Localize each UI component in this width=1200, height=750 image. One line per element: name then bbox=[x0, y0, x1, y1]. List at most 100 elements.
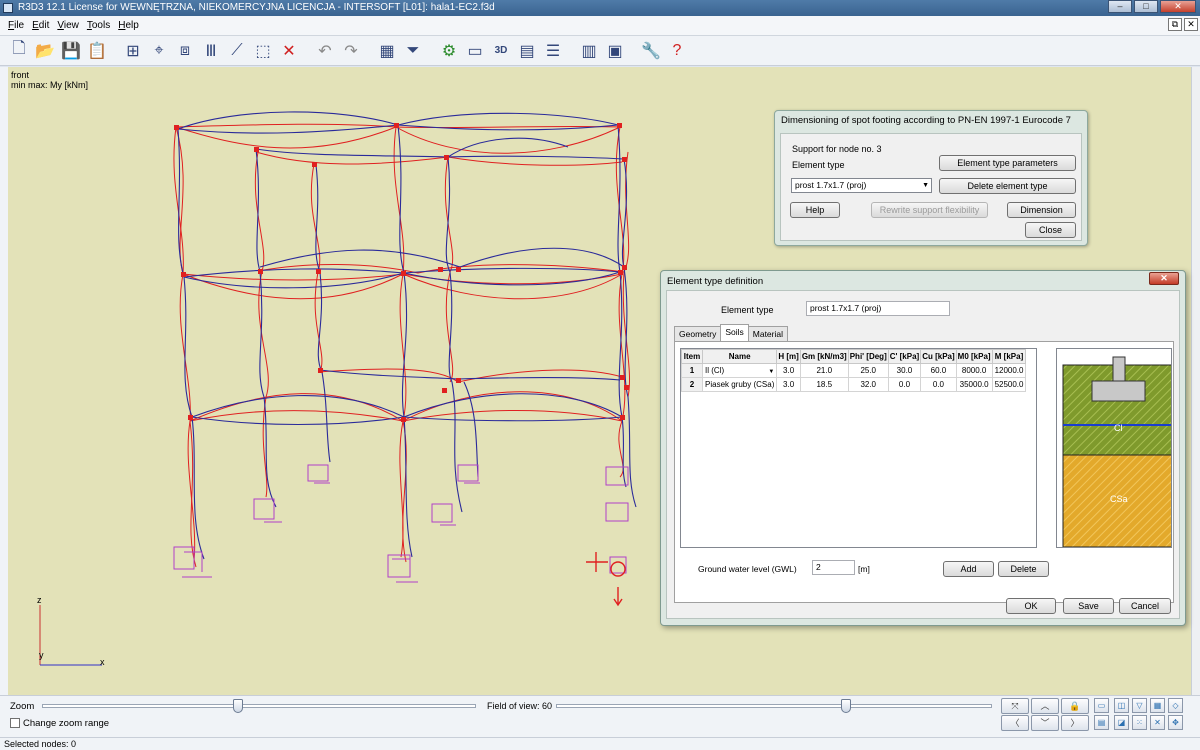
select-icon[interactable]: ⬚ bbox=[250, 38, 276, 64]
filter-icon[interactable]: ⏷ bbox=[400, 38, 426, 64]
table-cell[interactable]: 21.0 bbox=[799, 363, 849, 378]
report-icon[interactable]: ▣ bbox=[602, 38, 628, 64]
col-item[interactable]: Item bbox=[681, 349, 703, 364]
layers-icon[interactable]: ☰ bbox=[540, 38, 566, 64]
tab-geometry[interactable]: Geometry bbox=[674, 326, 722, 341]
pan-down-button[interactable]: ﹀ bbox=[1031, 715, 1059, 731]
grid-icon[interactable]: ▤ bbox=[514, 38, 540, 64]
pan-left-button[interactable]: 〈 bbox=[1001, 715, 1029, 731]
table-cell[interactable]: 8000.0 bbox=[955, 363, 993, 378]
open-folder-icon[interactable]: 📂 bbox=[32, 38, 58, 64]
properties-icon[interactable]: 📋 bbox=[84, 38, 110, 64]
table-cell[interactable]: 25.0 bbox=[847, 363, 889, 378]
view-icon[interactable]: ▭ bbox=[462, 38, 488, 64]
pan-up-button[interactable]: ︿ bbox=[1031, 698, 1059, 714]
fov-slider-thumb[interactable] bbox=[841, 699, 851, 713]
save-button[interactable]: Save bbox=[1063, 598, 1114, 614]
table-cell[interactable]: 3.0 bbox=[776, 363, 801, 378]
calculate-icon[interactable]: ⚙ bbox=[436, 38, 462, 64]
table-cell[interactable]: 60.0 bbox=[920, 363, 957, 378]
maximize-button[interactable]: □ bbox=[1134, 0, 1158, 13]
ok-button[interactable]: OK bbox=[1006, 598, 1056, 614]
menu-edit[interactable]: Edit bbox=[28, 20, 53, 31]
view-iso-icon[interactable]: ◇ bbox=[1168, 698, 1183, 713]
support-icon[interactable]: ⟋ bbox=[224, 38, 250, 64]
soils-grid[interactable]: Item Name H [m] Gm [kN/m3] Phi' [Deg] C'… bbox=[680, 348, 1037, 548]
delete-soil-button[interactable]: Delete bbox=[998, 561, 1049, 577]
view-persp-icon[interactable]: ◪ bbox=[1114, 715, 1129, 730]
view-nodes-icon[interactable]: ⁙ bbox=[1132, 715, 1147, 730]
view-front-icon[interactable]: ▭ bbox=[1094, 698, 1109, 713]
redo-icon[interactable]: ↷ bbox=[338, 38, 364, 64]
rotate-button[interactable]: ⤧ bbox=[1001, 698, 1029, 714]
delete-element-type-button[interactable]: Delete element type bbox=[939, 178, 1076, 194]
menu-view[interactable]: View bbox=[53, 20, 83, 31]
help-button[interactable]: Help bbox=[790, 202, 840, 218]
menu-file[interactable]: File bbox=[4, 20, 28, 31]
save-icon[interactable]: 💾 bbox=[58, 38, 84, 64]
element-type-select[interactable]: prost 1.7x1.7 (proj) ▼ bbox=[791, 178, 932, 193]
col-c[interactable]: C' [kPa] bbox=[887, 349, 922, 364]
view-filter-icon[interactable]: ▽ bbox=[1132, 698, 1147, 713]
3d-icon[interactable]: 3D bbox=[488, 38, 514, 64]
col-name[interactable]: Name bbox=[701, 349, 778, 364]
table-cell[interactable]: 18.5 bbox=[799, 377, 849, 392]
change-zoom-checkbox[interactable] bbox=[10, 718, 20, 728]
view-side-icon[interactable]: ▤ bbox=[1094, 715, 1109, 730]
zoom-slider-thumb[interactable] bbox=[233, 699, 243, 713]
delete-icon[interactable]: ✕ bbox=[276, 38, 302, 64]
col-m[interactable]: M [kPa] bbox=[991, 349, 1027, 364]
element-type-name-input[interactable]: prost 1.7x1.7 (proj) bbox=[806, 301, 950, 316]
elements-icon[interactable]: ⧈ bbox=[172, 38, 198, 64]
element-type-params-button[interactable]: Element type parameters bbox=[939, 155, 1076, 171]
close-dialog-button[interactable]: Close bbox=[1025, 222, 1076, 238]
menu-tools[interactable]: Tools bbox=[83, 20, 114, 31]
zoom-slider-track[interactable] bbox=[42, 704, 476, 708]
view-move-icon[interactable]: ✥ bbox=[1168, 715, 1183, 730]
soil-name-cell[interactable]: Il (Cl) ▼ bbox=[701, 363, 778, 378]
cancel-button[interactable]: Cancel bbox=[1119, 598, 1171, 614]
tab-material[interactable]: Material bbox=[747, 326, 788, 341]
pan-right-button[interactable]: 〉 bbox=[1061, 715, 1089, 731]
mdi-restore-button[interactable]: ⧉ bbox=[1168, 18, 1182, 31]
table-icon[interactable]: ▦ bbox=[374, 38, 400, 64]
view-axes-icon[interactable]: ✕ bbox=[1150, 715, 1165, 730]
fov-slider-track[interactable] bbox=[556, 704, 992, 708]
table-row[interactable]: 2 Piasek gruby (CSa) 3.0 18.5 32.0 0.0 0… bbox=[681, 377, 1027, 392]
undo-icon[interactable]: ↶ bbox=[312, 38, 338, 64]
help-icon[interactable]: ? bbox=[664, 38, 690, 64]
gwl-input[interactable]: 2 bbox=[812, 560, 855, 575]
results-icon[interactable]: ▥ bbox=[576, 38, 602, 64]
menu-help[interactable]: Help bbox=[114, 20, 143, 31]
col-gm[interactable]: Gm [kN/m3] bbox=[799, 349, 849, 364]
soil-name-cell[interactable]: Piasek gruby (CSa) bbox=[701, 377, 778, 392]
col-phi[interactable]: Phi' [Deg] bbox=[847, 349, 889, 364]
close-icon[interactable]: ✕ bbox=[1149, 272, 1179, 285]
view-top-icon[interactable]: ◫ bbox=[1114, 698, 1129, 713]
table-cell[interactable]: 12000.0 bbox=[991, 363, 1027, 378]
col-h[interactable]: H [m] bbox=[776, 349, 801, 364]
tools-icon[interactable]: 🔧 bbox=[638, 38, 664, 64]
col-cu[interactable]: Cu [kPa] bbox=[920, 349, 957, 364]
lock-button[interactable]: 🔒 bbox=[1061, 698, 1089, 714]
view-grid-icon[interactable]: ▦ bbox=[1150, 698, 1165, 713]
vertical-scrollbar[interactable] bbox=[1191, 67, 1200, 695]
add-soil-button[interactable]: Add bbox=[943, 561, 994, 577]
nodes-icon[interactable]: ⌖ bbox=[146, 38, 172, 64]
table-cell[interactable]: 32.0 bbox=[847, 377, 889, 392]
table-cell[interactable]: 52500.0 bbox=[991, 377, 1027, 392]
col-m0[interactable]: M0 [kPa] bbox=[955, 349, 993, 364]
table-cell[interactable]: 3.0 bbox=[776, 377, 801, 392]
table-cell[interactable]: 0.0 bbox=[887, 377, 922, 392]
table-row[interactable]: 1 Il (Cl) ▼ 3.0 21.0 25.0 30.0 60.0 8000.… bbox=[681, 363, 1027, 378]
table-cell[interactable]: 30.0 bbox=[887, 363, 922, 378]
frame-icon[interactable]: ⊞ bbox=[120, 38, 146, 64]
table-cell[interactable]: 35000.0 bbox=[955, 377, 993, 392]
new-file-icon[interactable]: 🗋 bbox=[6, 38, 32, 64]
chevron-down-icon[interactable]: ▼ bbox=[768, 369, 774, 375]
minimize-button[interactable]: – bbox=[1108, 0, 1132, 13]
mdi-close-button[interactable]: ✕ bbox=[1184, 18, 1198, 31]
tab-soils[interactable]: Soils bbox=[720, 324, 749, 341]
columns-icon[interactable]: Ⅲ bbox=[198, 38, 224, 64]
dimension-button[interactable]: Dimension bbox=[1007, 202, 1076, 218]
